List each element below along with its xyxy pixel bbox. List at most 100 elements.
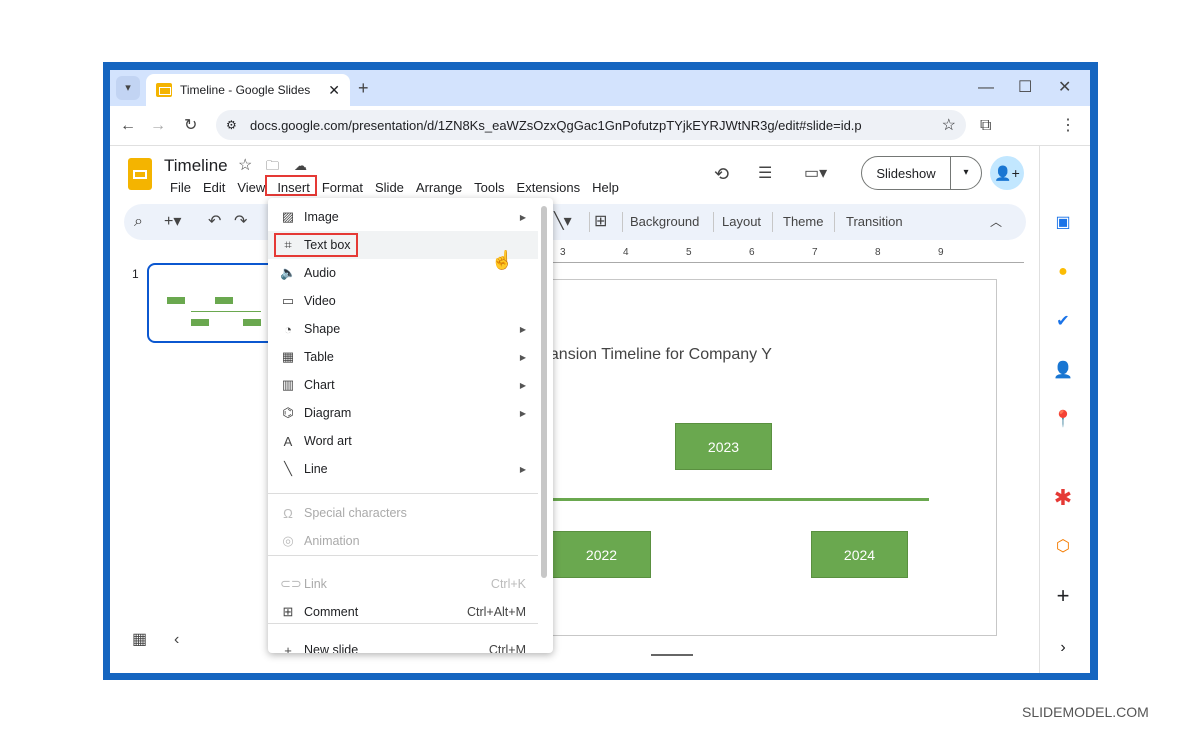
close-tab-icon[interactable]: ✕: [328, 82, 340, 99]
move-folder-icon[interactable]: 🗀: [266, 156, 279, 176]
year-box-2024[interactable]: 2024: [811, 531, 908, 578]
cloud-saved-icon[interactable]: ☁: [294, 156, 307, 176]
menu-item-chart[interactable]: ▥ Chart ▶: [268, 371, 538, 399]
chart-icon: ▥: [281, 377, 295, 392]
tab-timeline[interactable]: Timeline - Google Slides ✕: [146, 74, 350, 106]
timeline-line[interactable]: [549, 498, 929, 501]
slide-thumbnail[interactable]: [147, 263, 277, 343]
menu-item-label: Link: [304, 577, 327, 591]
show-side-panel-icon[interactable]: ›: [1051, 636, 1075, 660]
line-tool-icon[interactable]: ╲▾: [554, 212, 572, 232]
menu-item-special-characters[interactable]: Ω Special characters: [268, 499, 538, 527]
add-comment-icon[interactable]: ⊞: [594, 212, 607, 232]
menu-item-word-art[interactable]: A Word art: [268, 427, 538, 455]
ruler-tick-label: 5: [686, 247, 692, 258]
slide-canvas[interactable]: pansion Timeline for Company Y 2023 2022…: [541, 279, 997, 636]
collapse-toolbar-icon[interactable]: ︿: [990, 212, 1002, 232]
video-icon: ▭: [281, 293, 295, 308]
slide-title[interactable]: pansion Timeline for Company Y: [541, 346, 772, 364]
menu-slide[interactable]: Slide: [369, 180, 410, 195]
comments-icon[interactable]: ☰: [758, 164, 772, 184]
slides-logo[interactable]: [128, 158, 152, 190]
menu-item-label: Diagram: [304, 406, 352, 420]
reload-button[interactable]: ↻: [184, 116, 197, 136]
search-menus-icon[interactable]: ⌕: [134, 212, 143, 232]
menu-arrange[interactable]: Arrange: [410, 180, 468, 195]
meet-icon[interactable]: ▭▾: [804, 164, 827, 184]
menu-item-label: Animation: [304, 534, 360, 548]
menu-item-image[interactable]: ▨ Image ▶: [268, 203, 538, 231]
ruler-tick-label: 3: [560, 247, 566, 258]
year-box-2023[interactable]: 2023: [675, 423, 772, 470]
layout-button[interactable]: Layout: [722, 214, 761, 229]
speaker-notes-handle[interactable]: [651, 654, 693, 656]
link-icon: ⊂⊃: [280, 576, 302, 591]
menu-item-line[interactable]: ╲ Line ▶: [268, 455, 538, 483]
menu-file[interactable]: File: [164, 180, 197, 195]
menu-item-animation[interactable]: ◎ Animation: [268, 527, 538, 555]
undo-icon[interactable]: ↶: [208, 212, 221, 232]
menu-item-label: Table: [304, 350, 334, 364]
site-info-icon[interactable]: ⚙: [226, 118, 237, 132]
collapse-filmstrip-icon[interactable]: ‹: [174, 630, 179, 650]
tab-search-button[interactable]: ▾: [116, 76, 140, 100]
browser-window: ▾ Timeline - Google Slides ✕ + — ☐ ✕ ← →…: [110, 70, 1090, 673]
back-button[interactable]: ←: [120, 116, 136, 136]
menu-extensions[interactable]: Extensions: [511, 180, 587, 195]
url-input[interactable]: ⚙ docs.google.com/presentation/d/1ZN8Ks_…: [216, 110, 966, 140]
background-button[interactable]: Background: [630, 214, 699, 229]
menu-scrollbar[interactable]: [541, 206, 547, 578]
menu-item-label: Line: [304, 462, 328, 476]
shape-icon: ◔: [284, 321, 292, 337]
menu-item-comment[interactable]: ⊞ Comment Ctrl+Alt+M: [268, 598, 538, 626]
submenu-arrow-icon: ▶: [519, 212, 526, 222]
insert-highlight-box: [265, 175, 317, 196]
menu-tools[interactable]: Tools: [468, 180, 510, 195]
tasks-icon[interactable]: ✔: [1051, 310, 1075, 334]
watermark: SLIDEMODEL.COM: [1022, 704, 1149, 720]
doc-title[interactable]: Timeline: [164, 156, 228, 176]
horizontal-ruler: 3 4 5 6 7 8 9: [548, 247, 1024, 263]
menu-format[interactable]: Format: [316, 180, 369, 195]
forward-button[interactable]: →: [150, 116, 166, 136]
submenu-arrow-icon: ▶: [519, 464, 526, 474]
menu-item-table[interactable]: ▦ Table ▶: [268, 343, 538, 371]
share-button[interactable]: 👤+: [990, 156, 1024, 190]
toolbar: ⌕ +▾ ↶ ↷ ╲▾ ⊞ Background Layout Theme Tr…: [124, 204, 1026, 240]
new-slide-icon[interactable]: +▾: [164, 212, 181, 232]
year-box-2022[interactable]: 2022: [552, 531, 651, 578]
extensions-icon[interactable]: ⧉: [980, 116, 991, 136]
contacts-icon[interactable]: 👤: [1051, 359, 1075, 383]
calendar-icon[interactable]: ▣: [1051, 211, 1075, 235]
submenu-arrow-icon: ▶: [519, 380, 526, 390]
keep-icon[interactable]: ●: [1051, 260, 1075, 284]
version-history-icon[interactable]: ⟲: [714, 164, 729, 184]
menu-item-video[interactable]: ▭ Video: [268, 287, 538, 315]
bookmark-star-icon[interactable]: ☆: [942, 115, 956, 135]
menu-item-shape[interactable]: ◔ Shape ▶: [268, 315, 538, 343]
get-addons-icon[interactable]: +: [1051, 584, 1075, 608]
redo-icon[interactable]: ↷: [234, 212, 247, 232]
theme-button[interactable]: Theme: [783, 214, 823, 229]
browser-menu-icon[interactable]: ⋮: [1060, 116, 1076, 136]
close-window-button[interactable]: ✕: [1058, 78, 1071, 98]
maps-icon[interactable]: 📍: [1051, 408, 1075, 432]
menu-help[interactable]: Help: [586, 180, 625, 195]
diagram-icon: ⌬: [282, 405, 294, 420]
slideshow-button[interactable]: Slideshow ▾: [861, 156, 982, 190]
addon-asterisk-icon[interactable]: ✱: [1051, 486, 1075, 510]
menu-item-new-slide[interactable]: + New slide Ctrl+M: [268, 636, 538, 654]
grid-view-icon[interactable]: ▦: [132, 630, 147, 650]
maximize-button[interactable]: ☐: [1018, 78, 1032, 98]
submenu-arrow-icon: ▶: [519, 408, 526, 418]
menu-item-diagram[interactable]: ⌬ Diagram ▶: [268, 399, 538, 427]
menu-item-link[interactable]: ⊂⊃ Link Ctrl+K: [268, 570, 538, 598]
audio-icon: 🔈: [280, 265, 297, 280]
transition-button[interactable]: Transition: [846, 214, 903, 229]
new-tab-button[interactable]: +: [358, 78, 369, 98]
slideshow-dropdown-icon[interactable]: ▾: [950, 157, 981, 189]
addon-office-icon[interactable]: ⬡: [1051, 535, 1075, 559]
menu-edit[interactable]: Edit: [197, 180, 231, 195]
minimize-button[interactable]: —: [978, 78, 994, 98]
star-icon[interactable]: ☆: [238, 156, 252, 176]
